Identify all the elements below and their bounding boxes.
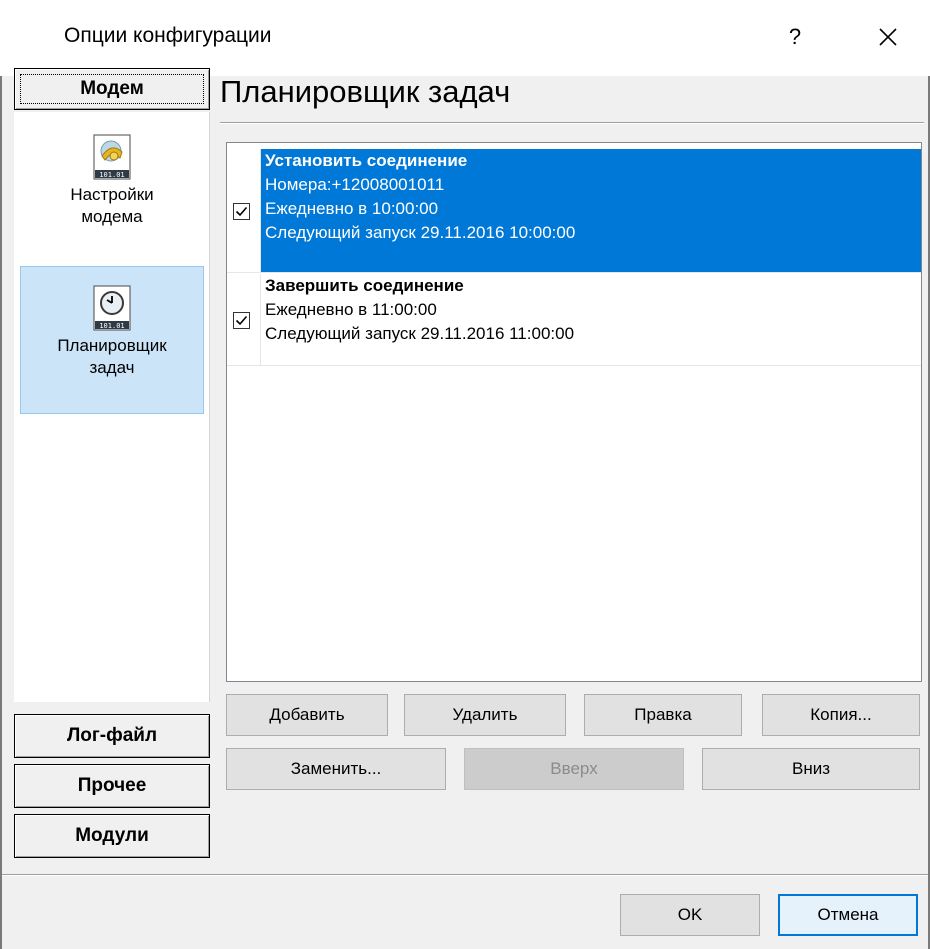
- category-label: Прочее: [77, 775, 147, 796]
- title-divider: [220, 122, 924, 124]
- delete-button[interactable]: Удалить: [404, 694, 566, 736]
- clock-icon: 101.01: [93, 285, 131, 331]
- sidebar-panel: 101.01 Настройки модема 101.01 Планировщ…: [14, 112, 210, 702]
- close-icon: [879, 28, 897, 46]
- task-checkbox[interactable]: [233, 312, 250, 329]
- checkbox-column: [227, 274, 261, 365]
- sidebar-item-label: Настройки: [70, 185, 154, 204]
- modem-settings-icon: 101.01: [93, 134, 131, 180]
- sidebar-item-modem-settings[interactable]: 101.01 Настройки модема: [20, 134, 204, 252]
- sidebar-item-scheduler[interactable]: 101.01 Планировщик задач: [20, 266, 204, 414]
- task-item[interactable]: Завершить соединение Ежедневно в 11:00:0…: [227, 274, 921, 366]
- svg-text:101.01: 101.01: [99, 171, 124, 179]
- window-border-left: [0, 0, 2, 949]
- help-button[interactable]: ?: [770, 12, 820, 62]
- sidebar-item-label: модема: [81, 207, 143, 226]
- task-checkbox[interactable]: [233, 203, 250, 220]
- category-modem-button[interactable]: Модем: [14, 68, 210, 110]
- task-line: Номера:+12008001011: [265, 175, 445, 194]
- task-details: Завершить соединение Ежедневно в 11:00:0…: [261, 274, 921, 365]
- checkbox-column: [227, 149, 261, 272]
- task-title: Установить соединение: [265, 151, 468, 170]
- category-modules-button[interactable]: Модули: [14, 814, 210, 858]
- svg-text:101.01: 101.01: [99, 322, 124, 330]
- task-list[interactable]: Установить соединение Номера:+1200800101…: [226, 142, 922, 682]
- task-item[interactable]: Установить соединение Номера:+1200800101…: [227, 149, 921, 273]
- task-line: Ежедневно в 11:00:00: [265, 300, 437, 319]
- add-button[interactable]: Добавить: [226, 694, 388, 736]
- help-icon: ?: [788, 24, 802, 49]
- replace-button[interactable]: Заменить...: [226, 748, 446, 790]
- category-label: Лог-файл: [66, 725, 158, 746]
- ok-button[interactable]: OK: [620, 894, 760, 936]
- category-other-button[interactable]: Прочее: [14, 764, 210, 808]
- sidebar-item-label: задач: [89, 358, 135, 377]
- move-down-button[interactable]: Вниз: [702, 748, 920, 790]
- title-bar: Опции конфигурации ?: [0, 0, 930, 76]
- task-line: Следующий запуск 29.11.2016 11:00:00: [265, 324, 575, 343]
- copy-button[interactable]: Копия...: [762, 694, 920, 736]
- page-title: Планировщик задач: [220, 74, 511, 109]
- window-title: Опции конфигурации: [64, 24, 272, 47]
- cancel-button[interactable]: Отмена: [778, 894, 918, 936]
- sidebar-item-label: Планировщик: [57, 336, 167, 355]
- edit-button[interactable]: Правка: [584, 694, 742, 736]
- task-line: Следующий запуск 29.11.2016 10:00:00: [265, 223, 576, 242]
- category-label: Модули: [75, 825, 149, 846]
- task-title: Завершить соединение: [265, 276, 464, 295]
- task-details: Установить соединение Номера:+1200800101…: [261, 149, 921, 272]
- task-line: Ежедневно в 10:00:00: [265, 199, 439, 218]
- focus-rectangle: [20, 74, 204, 104]
- footer-divider: [2, 874, 928, 876]
- category-log-file-button[interactable]: Лог-файл: [14, 714, 210, 758]
- move-up-button[interactable]: Вверх: [464, 748, 684, 790]
- close-button[interactable]: [858, 12, 918, 62]
